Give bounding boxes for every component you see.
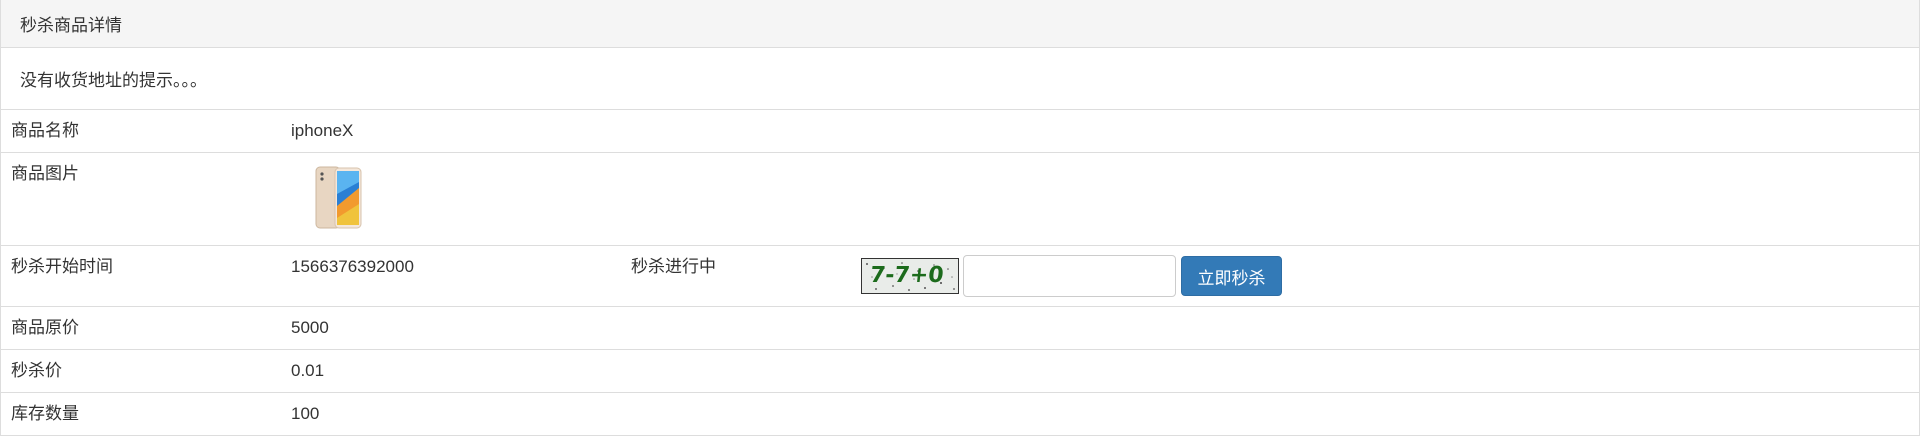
- table-row: 商品名称 iphoneX: [1, 110, 1919, 153]
- panel-heading: 秒杀商品详情: [1, 0, 1919, 48]
- goods-name-label: 商品名称: [11, 121, 79, 140]
- verify-code-input[interactable]: [963, 255, 1176, 297]
- stock-label: 库存数量: [11, 404, 79, 423]
- seckill-actions: 7-7+0 立即秒杀: [861, 246, 1919, 297]
- panel-title: 秒杀商品详情: [20, 16, 122, 35]
- seckill-price: 0.01: [291, 361, 325, 380]
- captcha-text: 7-7+0: [868, 263, 945, 288]
- table-row: 库存数量 100: [1, 392, 1919, 435]
- goods-table: 商品名称 iphoneX 商品图片 秒杀开始时间 1566376392000 秒…: [1, 110, 1919, 435]
- table-row: 秒杀价 0.01: [1, 349, 1919, 393]
- address-notice: 没有收货地址的提示。。。: [1, 48, 1919, 110]
- table-row: 秒杀开始时间 1566376392000 秒杀进行中 7-7+0 立即秒杀: [1, 245, 1919, 307]
- seckill-status: 秒杀进行中: [631, 257, 716, 276]
- goods-image: [315, 166, 362, 229]
- buy-now-button[interactable]: 立即秒杀: [1181, 256, 1282, 296]
- start-time-label: 秒杀开始时间: [11, 257, 113, 276]
- goods-image-label: 商品图片: [11, 164, 79, 183]
- seckill-price-label: 秒杀价: [11, 361, 62, 380]
- price-label: 商品原价: [11, 318, 79, 337]
- address-notice-text: 没有收货地址的提示。。。: [20, 71, 207, 90]
- start-time: 1566376392000: [291, 257, 414, 276]
- stock-count: 100: [291, 404, 320, 423]
- goods-price: 5000: [291, 318, 329, 337]
- goods-name: iphoneX: [291, 121, 354, 140]
- captcha-image[interactable]: 7-7+0: [861, 258, 959, 294]
- table-row: 商品原价 5000: [1, 306, 1919, 350]
- table-row: 商品图片: [1, 152, 1919, 246]
- goods-detail-panel: 秒杀商品详情 没有收货地址的提示。。。 商品名称 iphoneX 商品图片 秒杀…: [0, 0, 1920, 436]
